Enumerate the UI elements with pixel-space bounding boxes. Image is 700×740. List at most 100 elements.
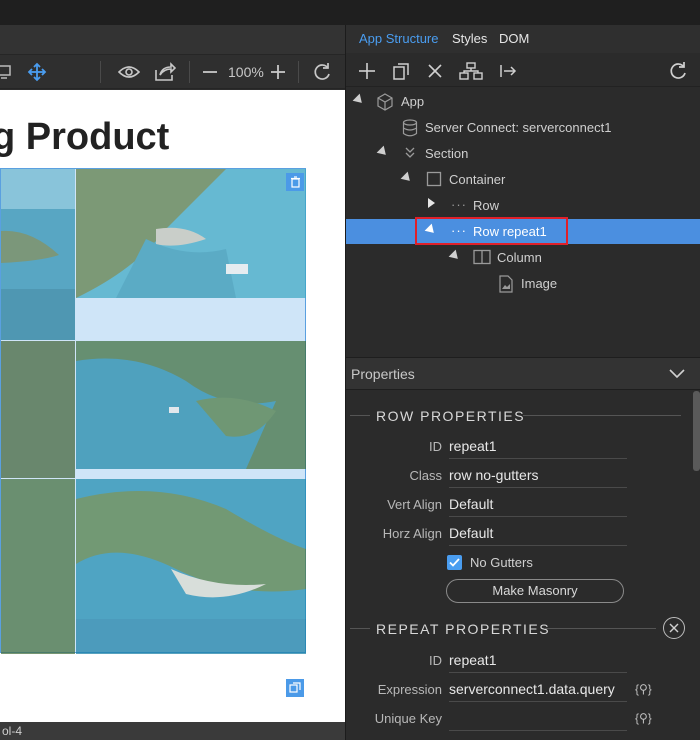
database-icon — [402, 119, 418, 140]
tree-item-label: Section — [425, 146, 469, 161]
copy-icon[interactable] — [391, 60, 411, 82]
expression-label: Expression — [377, 682, 442, 697]
field-underline — [449, 545, 627, 546]
tree-item-section[interactable]: Section — [346, 141, 700, 165]
dots-icon: ··· — [451, 197, 467, 212]
tree-item-label: Image — [521, 276, 558, 291]
class-label: Class — [409, 468, 442, 483]
horz-align-select[interactable]: Default — [449, 525, 627, 541]
section-divider — [544, 628, 656, 629]
class-field[interactable]: row no-gutters — [449, 467, 627, 483]
tab-styles[interactable]: Styles — [452, 31, 487, 46]
remove-repeat-icon[interactable] — [663, 617, 685, 639]
field-underline — [449, 701, 627, 702]
tree-item-row[interactable]: ··· Row — [346, 193, 700, 217]
photo-tile[interactable] — [1, 169, 75, 340]
tree-item-column[interactable]: Column — [346, 245, 700, 269]
photo-tile[interactable] — [76, 341, 306, 469]
refresh-icon[interactable] — [311, 61, 333, 83]
vert-align-label: Vert Align — [387, 497, 442, 512]
zoom-in-icon[interactable] — [268, 61, 288, 83]
duplicate-icon[interactable] — [286, 679, 304, 697]
expand-triangle-icon[interactable] — [400, 171, 414, 185]
tree-item-image[interactable]: Image — [346, 271, 700, 295]
columns-icon — [473, 249, 491, 268]
page-canvas[interactable]: g Product — [0, 90, 345, 722]
dots-icon: ··· — [451, 223, 467, 238]
properties-header[interactable]: Properties — [346, 357, 700, 390]
share-icon[interactable] — [153, 61, 177, 83]
tree-item-label: Server Connect: serverconnect1 — [425, 120, 612, 135]
structure-toolbar — [346, 55, 700, 87]
move-arrows-icon[interactable] — [26, 61, 48, 83]
chevrons-down-icon — [403, 145, 417, 164]
collapse-triangle-icon[interactable] — [428, 198, 435, 208]
dynamic-data-icon[interactable]: {⚲} — [635, 682, 652, 696]
no-gutters-checkbox[interactable] — [447, 555, 462, 570]
scrollbar-thumb[interactable] — [693, 391, 700, 471]
delete-x-icon[interactable] — [425, 60, 445, 82]
properties-title: Properties — [351, 366, 415, 382]
tree-item-server-connect[interactable]: Server Connect: serverconnect1 — [346, 115, 700, 139]
expand-triangle-icon[interactable] — [448, 249, 462, 263]
field-underline — [449, 516, 627, 517]
section-divider — [350, 415, 370, 416]
id-field[interactable]: repeat1 — [449, 438, 627, 454]
row-properties-title: ROW PROPERTIES — [376, 408, 526, 424]
structure-tree-icon[interactable] — [458, 60, 484, 82]
dynamic-data-icon[interactable]: {⚲} — [635, 711, 652, 725]
design-view: 100% g Product — [0, 25, 345, 740]
toolbar-separator — [298, 61, 299, 83]
desktop-icon[interactable] — [0, 61, 14, 83]
tab-app-structure[interactable]: App Structure — [359, 31, 439, 46]
tree-item-app[interactable]: App — [346, 89, 700, 113]
toolbar-separator — [189, 61, 190, 83]
make-masonry-button[interactable]: Make Masonry — [446, 579, 624, 603]
toolbar-separator — [100, 61, 101, 83]
tree-item-label: App — [401, 94, 425, 109]
document-tab-strip — [0, 25, 345, 55]
tree-item-row-repeat1[interactable]: ··· Row repeat1 — [346, 217, 700, 245]
refresh-icon[interactable] — [667, 60, 689, 82]
tree-item-container[interactable]: Container — [346, 167, 700, 191]
photo-tile[interactable] — [76, 479, 306, 654]
field-underline — [449, 672, 627, 673]
repeat-id-field[interactable]: repeat1 — [449, 652, 627, 668]
eye-icon[interactable] — [117, 61, 141, 83]
add-icon[interactable] — [357, 60, 377, 82]
zoom-out-icon[interactable] — [200, 61, 220, 83]
structure-tree: App Server Connect: serverconnect1 Secti… — [346, 89, 700, 354]
wrap-icon[interactable] — [498, 60, 518, 82]
expand-triangle-icon[interactable] — [352, 93, 366, 107]
expand-triangle-icon[interactable] — [376, 145, 390, 159]
zoom-level: 100% — [228, 64, 264, 80]
photo-tile[interactable] — [1, 341, 75, 478]
tab-dom[interactable]: DOM — [499, 31, 529, 46]
selected-row-repeat[interactable] — [0, 168, 306, 654]
canvas-toolbar: 100% — [0, 55, 345, 89]
tree-item-label: Row — [473, 198, 500, 213]
unique-key-label: Unique Key — [374, 711, 442, 726]
status-bar: ol-4 — [0, 722, 345, 740]
trash-icon[interactable] — [286, 173, 304, 191]
tree-item-label: Container — [449, 172, 506, 187]
tree-item-label: Column — [497, 250, 542, 265]
photo-tile[interactable] — [76, 169, 306, 298]
image-file-icon — [499, 275, 513, 296]
section-divider — [350, 628, 370, 629]
repeat-properties-title: REPEAT PROPERTIES — [376, 621, 551, 637]
expression-field[interactable]: serverconnect1.data.query — [449, 681, 627, 697]
properties-scrollbar[interactable] — [691, 391, 700, 740]
app-structure-panel: App Structure Styles DOM App Server Conn… — [345, 25, 700, 740]
photo-tile[interactable] — [1, 479, 75, 654]
section-divider — [523, 415, 681, 416]
field-underline — [449, 730, 627, 731]
vert-align-select[interactable]: Default — [449, 496, 627, 512]
chevron-down-icon[interactable] — [668, 366, 686, 385]
window-top-bar — [0, 0, 700, 25]
field-underline — [449, 458, 627, 459]
tree-item-label: Row repeat1 — [473, 224, 547, 239]
unique-key-field[interactable] — [449, 710, 627, 728]
panel-tabs: App Structure Styles DOM — [346, 25, 700, 53]
page-heading[interactable]: g Product — [0, 116, 169, 159]
